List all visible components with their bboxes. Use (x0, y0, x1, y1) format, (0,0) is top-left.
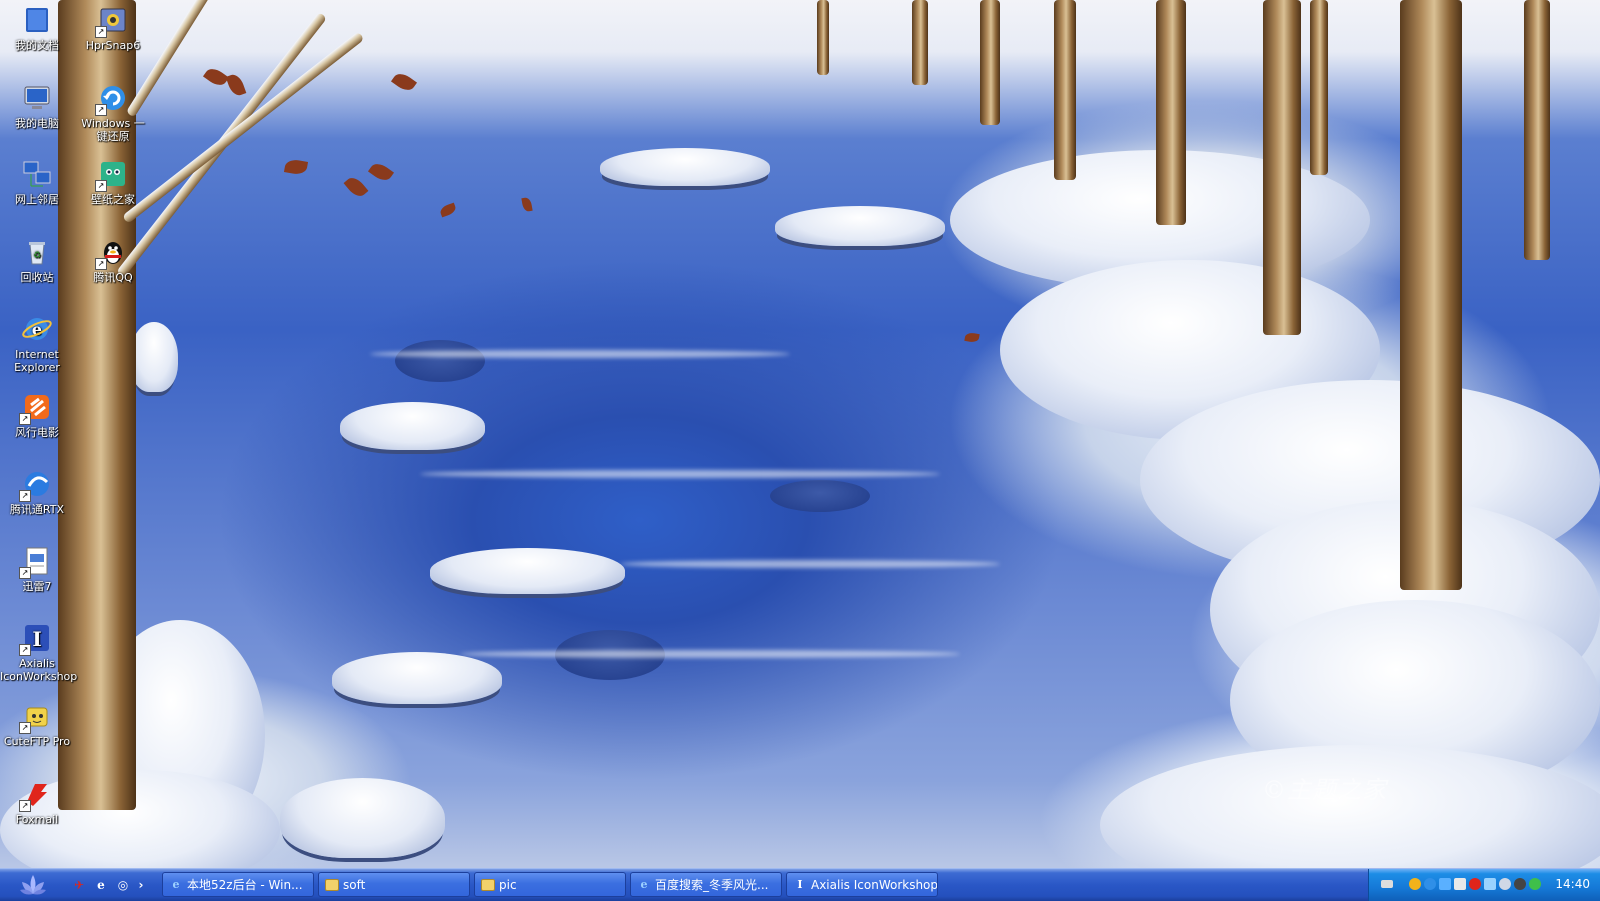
taskbar-button-soft[interactable]: soft (318, 872, 470, 897)
desktop-icon-funshion[interactable]: ↗ 风行电影 (0, 391, 74, 439)
start-lotus-icon (20, 875, 46, 895)
hypersnap-icon: ↗ (95, 4, 129, 38)
thunder-icon: ↗ (19, 545, 53, 579)
quick-launch-bar: ✈ e ◎ › (70, 875, 146, 895)
taskbar-button-axialis[interactable]: I Axialis IconWorkshop (786, 872, 938, 897)
desktop-icon-hypersnap[interactable]: ↗ HprSnap6 (76, 4, 150, 52)
taskbar-button-pic[interactable]: pic (474, 872, 626, 897)
desktop-icon-foxmail[interactable]: ↗ Foxmail (0, 778, 74, 826)
foxmail-icon: ↗ (19, 778, 53, 812)
axialis-icon: I (797, 878, 803, 891)
rtx-tray-icon[interactable] (1424, 878, 1436, 890)
system-tray: 14:40 (1368, 869, 1600, 901)
update-tray-icon[interactable] (1499, 878, 1511, 890)
onekey-restore-icon: ↗ (95, 82, 129, 116)
ie-icon: e (640, 878, 648, 891)
funshion-icon: ↗ (19, 391, 53, 425)
desktop-wallpaper: ©主题之家 我的文档 我的电脑 网上邻居 ♻ 回收站 e Internet Ex… (0, 0, 1600, 868)
ie-icon: e (172, 878, 180, 891)
desktop-icon-wallpaper-home[interactable]: ↗ 壁纸之家 (76, 158, 150, 206)
axialis-icon: I ↗ (19, 622, 53, 656)
folder-icon (481, 878, 495, 891)
svg-text:♻: ♻ (33, 251, 41, 261)
folder-icon (325, 878, 339, 891)
foxmail-quicklaunch-icon[interactable]: ✈ (70, 876, 88, 894)
wallpaper-home-icon: ↗ (95, 158, 129, 192)
desktop-icon-internet-explorer[interactable]: e Internet Explorer (0, 313, 74, 374)
internet-explorer-icon: e (21, 313, 53, 345)
antivirus-tray-icon[interactable] (1469, 878, 1481, 890)
speaker-tray-icon[interactable] (1454, 878, 1466, 890)
network-tray-icon[interactable] (1439, 878, 1451, 890)
cuteftp-icon: ↗ (19, 700, 53, 734)
desktop-icon-axialis[interactable]: I ↗ Axialis IconWorkshop (0, 622, 77, 683)
wallpaper-watermark: ©主题之家 (1262, 776, 1387, 804)
security-tray-icon[interactable] (1529, 878, 1541, 890)
svg-text:I: I (32, 627, 41, 651)
desktop-icon-thunder[interactable]: ↗ 迅雷7 (0, 545, 74, 593)
my-documents-icon (21, 4, 53, 36)
ie-quicklaunch-icon[interactable]: e (92, 876, 110, 894)
recycle-bin-icon: ♻ (21, 236, 53, 268)
desktop-icon-cuteftp[interactable]: ↗ CuteFTP Pro (0, 700, 74, 748)
rtx-icon: ↗ (19, 468, 53, 502)
ime-tray-icon[interactable] (1514, 878, 1526, 890)
taskbar-button-baidu[interactable]: e 百度搜索_冬季风光... (630, 872, 782, 897)
my-computer-icon (21, 82, 53, 114)
qq-tray-icon[interactable] (1409, 878, 1421, 890)
start-button[interactable] (8, 872, 58, 898)
keyboard-tray-icon[interactable] (1381, 880, 1393, 888)
desktop-icon-network-places[interactable]: 网上邻居 (0, 158, 74, 206)
taskbar-clock[interactable]: 14:40 (1555, 877, 1590, 891)
desktop-icon-my-documents[interactable]: 我的文档 (0, 4, 74, 52)
desktop-icon-my-computer[interactable]: 我的电脑 (0, 82, 74, 130)
quicklaunch-expand-icon[interactable]: › (136, 876, 146, 894)
desktop-icon-onekey-restore[interactable]: ↗ Windows 一键还原 (76, 82, 150, 143)
desktop-icon-rtx[interactable]: ↗ 腾讯通RTX (0, 468, 74, 516)
desktop-icon-recycle-bin[interactable]: ♻ 回收站 (0, 236, 74, 284)
taskbar-button-ie-52z[interactable]: e 本地52z后台 - Win... (162, 872, 314, 897)
taskbar: ✈ e ◎ › e 本地52z后台 - Win... soft pic e 百度… (0, 868, 1600, 901)
show-desktop-quicklaunch-icon[interactable]: ◎ (114, 876, 132, 894)
qq-icon: ↗ (95, 236, 129, 270)
desktop-icon-qq[interactable]: ↗ 腾讯QQ (76, 236, 150, 284)
monitor-tray-icon[interactable] (1484, 878, 1496, 890)
network-places-icon (21, 158, 53, 190)
